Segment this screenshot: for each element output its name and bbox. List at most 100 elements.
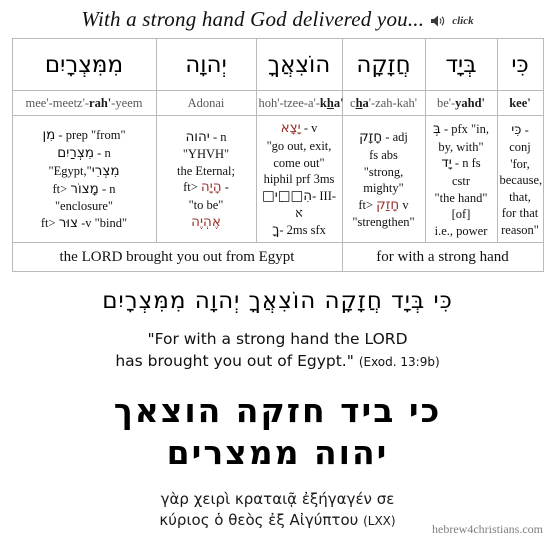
parsing-hebrew: חָזָק xyxy=(359,129,383,146)
transliteration-stress: kha' xyxy=(319,95,344,110)
parsing-root-marker: ft> xyxy=(40,215,59,230)
hebrew-word-cell: בְּיָד xyxy=(424,38,498,91)
transliteration-stress: yahd' xyxy=(455,95,486,110)
parsing-line: יהוה - n xyxy=(159,129,254,147)
parsing-line: ךָ- 2ms sfx xyxy=(259,222,340,240)
parsing-hebrew: מִצְרַיִם xyxy=(57,145,95,162)
parsing-text: -v "bind" xyxy=(78,215,128,230)
parsing-line: "strengthen" xyxy=(345,214,423,231)
parsing-line: אֶהְיֶה xyxy=(159,214,254,232)
hebrew-word-cell: יְהוָה xyxy=(155,38,257,91)
parsing-text: by, with" xyxy=(438,139,484,154)
parsing-line: that, xyxy=(500,189,541,206)
parsing-text: come out" xyxy=(273,155,325,170)
calligraphic-verse: כי ביד חזקה הוצאך יהוה ממצרים xyxy=(0,390,555,473)
transliteration-stress: kee' xyxy=(509,95,531,110)
parsing-hebrew: הָיָה xyxy=(200,179,222,196)
parsing-text: "to be" xyxy=(188,198,224,213)
parsing-line: בְּ - pfx "in, xyxy=(428,121,495,139)
parsing-hebrew: מִן xyxy=(42,127,56,144)
parsing-text: "enclosure" xyxy=(54,199,114,214)
parsing-cell: מִן - prep "from" מִצְרַיִם - n "Egypt,"מ… xyxy=(11,115,157,243)
parsing-line: ft> חָזַק v xyxy=(345,197,423,215)
english-translation: "For with a strong hand the LORD has bro… xyxy=(0,328,555,373)
pointed-verse: כִּי בְּיָד חֲזָקָה הוֹצִאֲךָ יְהוָה מִמ… xyxy=(102,288,453,314)
parsing-hebrew: מִצְרִי xyxy=(91,162,120,179)
translation-line-1: "For with a strong hand the LORD xyxy=(147,330,408,348)
parsing-line: "go out, exit, xyxy=(259,138,340,155)
parsing-hebrew: יָצָא xyxy=(280,120,301,137)
parsing-line: "the hand" xyxy=(428,190,495,207)
transliteration-row: mee'-meetz'-rah'-yeem Adonai hoh'-tzee-a… xyxy=(11,90,544,116)
transliteration-cell: kee' xyxy=(496,90,544,116)
parsing-hebrew: הִ□□ִי□ xyxy=(261,187,313,204)
transliteration-cell: mee'-meetz'-rah'-yeem xyxy=(11,90,157,116)
parsing-line: for that xyxy=(500,205,541,222)
parsing-root-marker: ft> xyxy=(183,180,201,195)
parsing-text: - xyxy=(221,180,229,195)
parsing-line: כִּי - conj xyxy=(500,122,541,156)
parsing-text: [of] xyxy=(451,207,471,222)
parsing-hebrew: יָד xyxy=(441,155,452,172)
parsing-line: [of] xyxy=(428,206,495,223)
parsing-hebrew: צוּר xyxy=(58,214,79,231)
parsing-line: "enclosure" xyxy=(15,198,154,215)
parsing-cell: יָצָא - v "go out, exit, come out" hiphil p… xyxy=(255,115,343,243)
parsing-root-marker: ft> xyxy=(52,181,71,196)
parsing-line: "to be" xyxy=(159,197,254,214)
parsing-line: מִצְרַיִם - n xyxy=(15,145,154,163)
parsing-text: - n xyxy=(209,129,227,144)
translation-line-2-wrap: has brought you out of Egypt." (Exod. 13… xyxy=(0,350,555,372)
parsing-row: מִן - prep "from" מִצְרַיִם - n "Egypt,"מ… xyxy=(11,115,544,243)
hebrew-word-cell: מִמִּצְרָיִם xyxy=(11,38,157,91)
parsing-line: ft> מָצוֹר - n xyxy=(15,181,154,199)
parsing-line: by, with" xyxy=(428,139,495,156)
parsing-text: - 2ms sfx xyxy=(279,222,326,237)
parsing-text: for that xyxy=(501,206,539,221)
speaker-icon[interactable] xyxy=(430,14,446,28)
parsing-text: reason" xyxy=(501,222,539,237)
transliteration-cell: be'-yahd' xyxy=(424,90,498,116)
parsing-line: ft> הָיָה - xyxy=(159,179,254,197)
hebrew-word-row: מִמִּצְרָיִם יְהוָה הוֹצִאֲךָ חֲזָקָה בְ… xyxy=(11,38,544,91)
gloss-cell-right: for with a strong hand xyxy=(341,242,544,272)
greek-source-label: (LXX) xyxy=(363,514,396,529)
parsing-text: mighty" xyxy=(363,181,404,195)
parsing-line: "YHVH" xyxy=(159,146,254,163)
gloss-row: the LORD brought you out from Egypt for … xyxy=(11,242,544,272)
transliteration-stress: ha xyxy=(355,95,369,110)
page-header: With a strong hand God delivered you... … xyxy=(0,0,555,34)
hebrew-word-cell: חֲזָקָה xyxy=(341,38,426,91)
parsing-line: חָזָק - adj xyxy=(345,129,423,147)
parsing-text: - prep "from" xyxy=(55,128,126,143)
parsing-line: i.e., power xyxy=(428,223,495,240)
parsing-text: "the hand" xyxy=(434,190,488,205)
audio-click-label[interactable]: click xyxy=(452,15,473,27)
parsing-text: "YHVH" xyxy=(182,147,230,162)
parsing-text: - pfx "in, xyxy=(440,121,489,136)
parsing-text: "strong, xyxy=(363,164,404,179)
greek-line-1: γὰρ χειρὶ κραταιᾷ ἐξήγαγέν σε xyxy=(160,490,395,509)
interlinear-table: מִמִּצְרָיִם יְהוָה הוֹצִאֲךָ חֲזָקָה בְ… xyxy=(11,38,544,272)
parsing-cell: בְּ - pfx "in, by, with" יָד - n fs cstr "th… xyxy=(424,115,498,243)
transliteration-cell: cha'-zah-kah' xyxy=(341,90,426,116)
parsing-line: come out" xyxy=(259,155,340,172)
transliteration-cell: hoh'-tzee-a'-kha' xyxy=(255,90,344,116)
parsing-text: fs abs xyxy=(369,148,398,162)
parsing-cell: יהוה - n "YHVH" the Eternal; ft> הָיָה - "to… xyxy=(155,115,257,243)
parsing-root-marker: ft> xyxy=(358,197,377,212)
transliteration-stress: rah' xyxy=(89,95,112,110)
calligraphic-verse-line-2: יהוה ממצרים xyxy=(166,432,389,472)
parsing-line: reason" xyxy=(500,222,541,239)
hebrew-word-cell: כִּי xyxy=(496,38,544,91)
page-title: With a strong hand God delivered you... xyxy=(81,6,425,31)
parsing-text: - n xyxy=(98,181,116,196)
parsing-line: "strong, xyxy=(345,164,423,181)
parsing-text: the Eternal; xyxy=(177,163,235,178)
parsing-text: i.e., power xyxy=(434,223,488,238)
hebrew-word-cell: הוֹצִאֲךָ xyxy=(255,38,343,91)
site-footer: hebrew4christians.com xyxy=(432,522,543,536)
parsing-line: the Eternal; xyxy=(159,163,254,180)
parsing-hebrew: אֶהְיֶה xyxy=(191,213,221,230)
parsing-line: "Egypt,"מִצְרִי xyxy=(15,163,154,181)
